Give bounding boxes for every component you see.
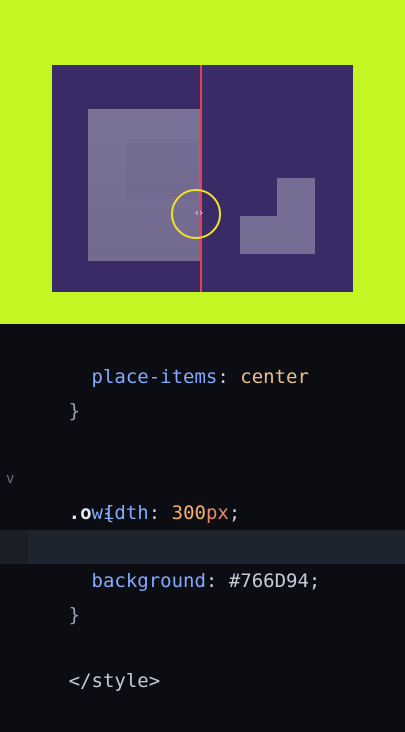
resize-horizontal-icon: ‹›: [194, 206, 204, 219]
square-gradient: [88, 109, 200, 261]
preview-stage[interactable]: ‹›: [52, 65, 353, 292]
large-square-shape: [88, 109, 200, 261]
html-closing-tag: </style>: [68, 670, 161, 692]
code-line[interactable]: height: 200px;: [0, 496, 405, 558]
code-line[interactable]: </style>: [0, 630, 405, 692]
code-line[interactable]: }: [0, 360, 405, 422]
closing-brace: }: [68, 604, 81, 626]
code-line[interactable]: }: [0, 564, 405, 626]
step-shape-top: [277, 178, 315, 218]
step-shape-bottom: [240, 216, 315, 254]
code-line[interactable]: width: 300px;: [0, 462, 405, 524]
comparison-divider[interactable]: [200, 65, 202, 292]
code-line-active[interactable]: background: #766D94;: [0, 530, 405, 592]
code-line[interactable]: place-items: center: [0, 326, 405, 388]
closing-brace: }: [68, 400, 81, 422]
code-editor[interactable]: place-items: center } v .o { width: 300p…: [0, 324, 405, 720]
code-line[interactable]: v .o {: [0, 428, 405, 524]
